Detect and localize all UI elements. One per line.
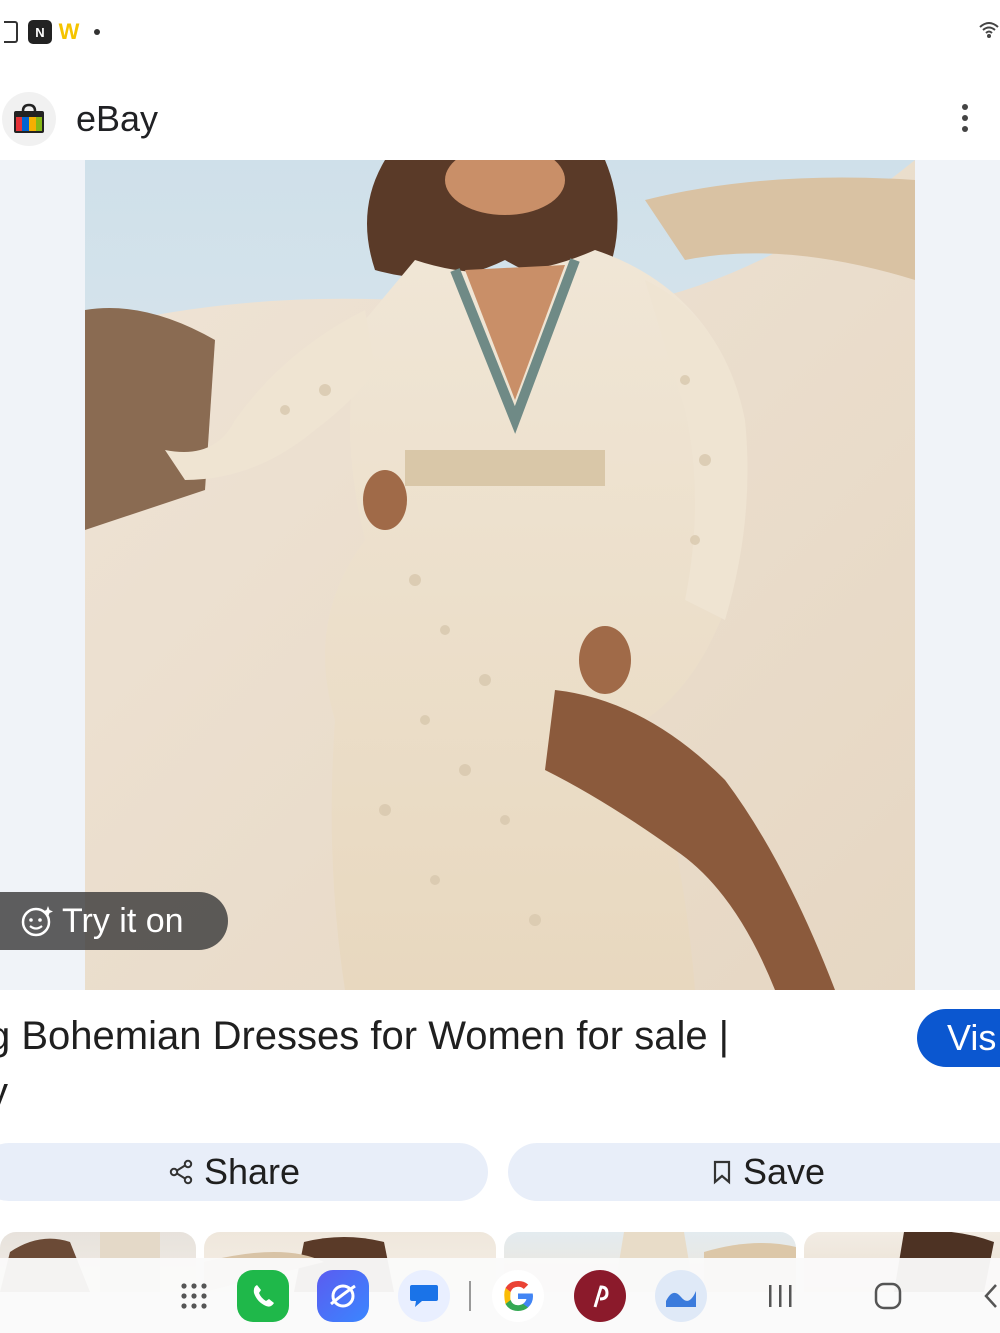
app-drawer-icon[interactable] bbox=[168, 1270, 220, 1322]
dot-icon bbox=[94, 29, 100, 35]
result-title-line-2: y bbox=[0, 1064, 888, 1118]
app-icon[interactable] bbox=[574, 1270, 626, 1322]
status-bar: N W bbox=[0, 0, 1000, 64]
shopping-bag-icon bbox=[14, 103, 44, 133]
recents-icon[interactable] bbox=[762, 1278, 798, 1314]
result-title[interactable]: g Bohemian Dresses for Women for sale | … bbox=[0, 1008, 888, 1118]
save-button[interactable]: Save bbox=[508, 1143, 1000, 1201]
more-vert-icon[interactable] bbox=[950, 98, 980, 138]
wifi-icon bbox=[978, 18, 1000, 40]
bookmark-icon bbox=[713, 1160, 731, 1185]
share-label: Share bbox=[203, 1151, 301, 1192]
image-viewer[interactable] bbox=[0, 160, 1000, 990]
share-button[interactable]: Share bbox=[0, 1143, 488, 1201]
n-app-icon: N bbox=[28, 20, 52, 44]
share-icon bbox=[169, 1159, 193, 1185]
try-it-on-button[interactable]: Try it on bbox=[0, 892, 228, 950]
site-favicon[interactable] bbox=[2, 92, 56, 146]
status-icons-left: N W bbox=[0, 19, 100, 44]
product-image[interactable] bbox=[85, 160, 915, 990]
back-icon[interactable] bbox=[976, 1278, 1000, 1314]
result-title-line-1: g Bohemian Dresses for Women for sale | bbox=[0, 1014, 730, 1058]
screen-cast-icon bbox=[0, 21, 22, 43]
product-photo-illustration bbox=[85, 160, 915, 990]
divider bbox=[462, 1270, 478, 1322]
navigation-dock bbox=[0, 1258, 1000, 1333]
result-header: eBay bbox=[0, 88, 1000, 150]
save-label: Save bbox=[742, 1151, 826, 1192]
try-it-on-label: Try it on bbox=[62, 901, 184, 940]
google-icon[interactable] bbox=[492, 1270, 544, 1322]
visit-button[interactable]: Vis bbox=[917, 1009, 1000, 1067]
face-sparkle-icon bbox=[21, 906, 53, 937]
result-title-container[interactable]: g Bohemian Dresses for Women for sale | … bbox=[0, 1008, 900, 1118]
messages-icon[interactable] bbox=[398, 1270, 450, 1322]
phone-icon[interactable] bbox=[237, 1270, 289, 1322]
internet-icon[interactable] bbox=[317, 1270, 369, 1322]
bixby-icon[interactable] bbox=[655, 1270, 707, 1322]
home-icon[interactable] bbox=[870, 1278, 906, 1314]
site-name[interactable]: eBay bbox=[76, 98, 158, 140]
w-app-icon: W bbox=[58, 19, 80, 44]
